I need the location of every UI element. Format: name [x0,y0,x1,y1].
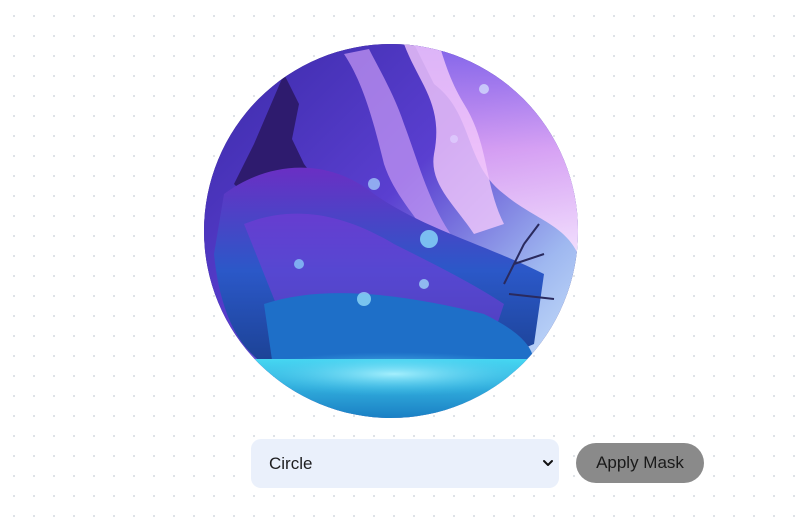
mask-shape-dropdown[interactable]: Circle [251,439,559,488]
masked-image-preview [204,44,578,418]
apply-mask-button[interactable]: Apply Mask [576,443,704,483]
shape-select-wrapper: Circle [251,439,559,488]
fantasy-island-artwork [204,44,578,418]
